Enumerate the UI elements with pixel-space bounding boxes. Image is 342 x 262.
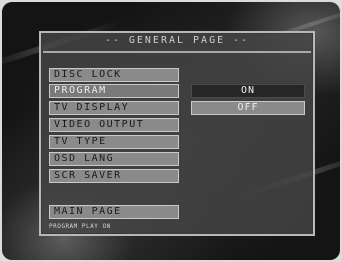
menu-item-video-output[interactable]: VIDEO OUTPUT (49, 118, 179, 132)
menu-item-disc-lock[interactable]: DISC LOCK (49, 68, 179, 82)
tv-screen: -- GENERAL PAGE -- DISC LOCK PROGRAM TV … (2, 2, 340, 260)
status-text: PROGRAM PLAY ON (49, 223, 111, 230)
general-page-menu: -- GENERAL PAGE -- DISC LOCK PROGRAM TV … (39, 31, 315, 236)
option-off[interactable]: OFF (191, 101, 305, 115)
menu-item-scr-saver[interactable]: SCR SAVER (49, 169, 179, 183)
option-on[interactable]: ON (191, 84, 305, 98)
title-divider (43, 51, 311, 53)
menu-item-program[interactable]: PROGRAM (49, 84, 179, 98)
main-page-button[interactable]: MAIN PAGE (49, 205, 179, 219)
menu-item-tv-type[interactable]: TV TYPE (49, 135, 179, 149)
page-title: -- GENERAL PAGE -- (104, 35, 250, 46)
menu-item-tv-display[interactable]: TV DISPLAY (49, 101, 179, 115)
menu-item-osd-lang[interactable]: OSD LANG (49, 152, 179, 166)
